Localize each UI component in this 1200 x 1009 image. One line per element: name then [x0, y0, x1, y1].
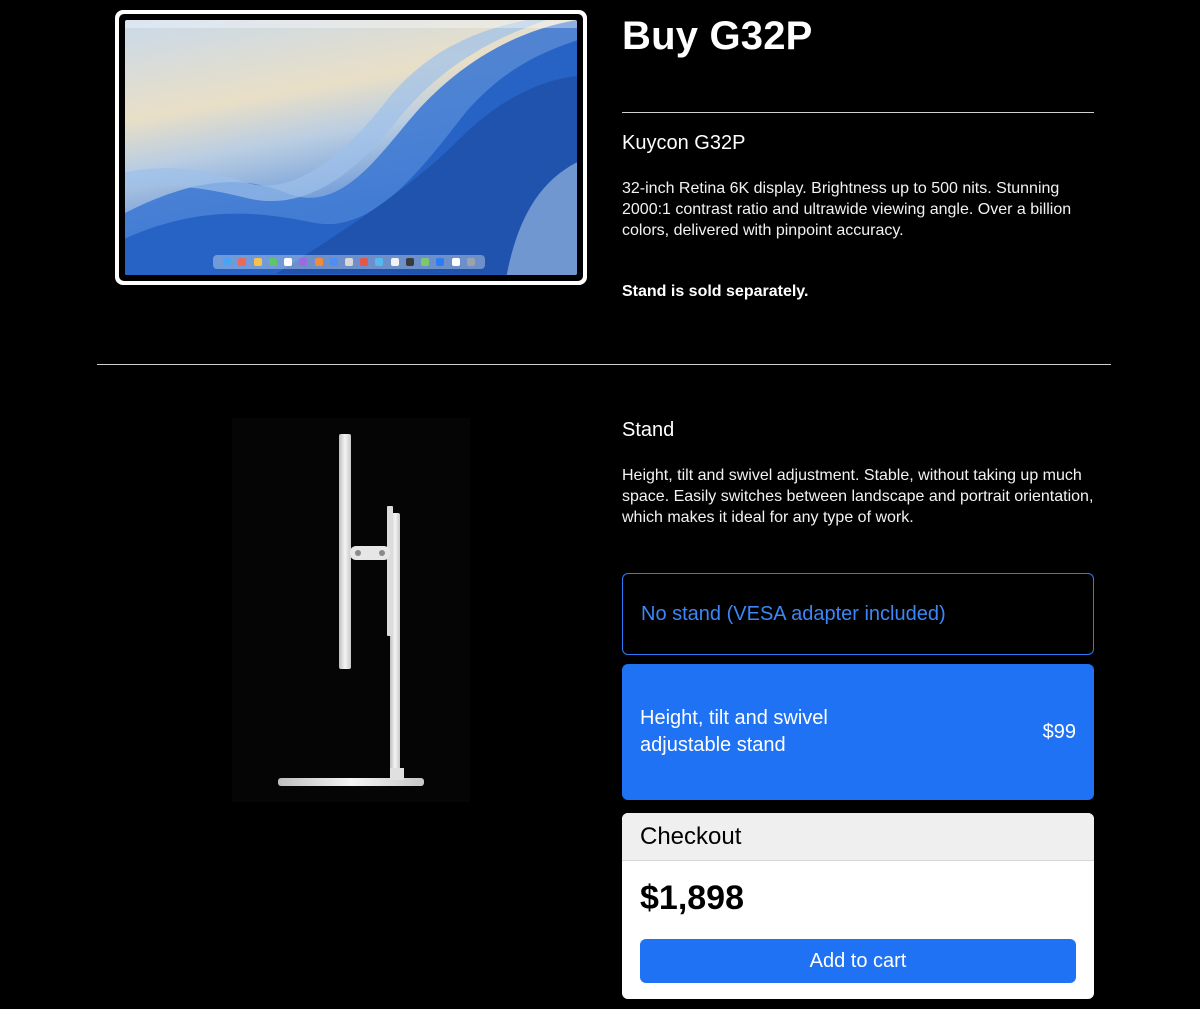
checkout-total-price: $1,898 [640, 879, 744, 917]
screen-dock [213, 255, 485, 269]
wallpaper-wave-icon [125, 20, 577, 275]
checkout-card: Checkout $1,898 Add to cart [622, 813, 1094, 999]
title-divider [622, 112, 1094, 113]
page-title: Buy G32P [622, 14, 813, 58]
option-adjustable-stand-label: Height, tilt and swivel adjustable stand [640, 707, 828, 756]
stand-product-image [232, 418, 470, 802]
monitor-screen [125, 20, 577, 275]
option-no-stand-label: No stand (VESA adapter included) [641, 602, 946, 625]
stand-description: Height, tilt and swivel adjustment. Stab… [622, 467, 1094, 526]
stand-side-view-icon [278, 434, 424, 786]
option-no-stand[interactable]: No stand (VESA adapter included) [622, 573, 1094, 655]
product-name: Kuycon G32P [622, 132, 746, 154]
monitor-product-image [115, 10, 587, 285]
option-adjustable-stand[interactable]: Height, tilt and swivel adjustable stand… [622, 664, 1094, 800]
screen-menu-bar [125, 20, 577, 28]
add-to-cart-button[interactable]: Add to cart [640, 939, 1076, 983]
product-description: 32-inch Retina 6K display. Brightness up… [622, 180, 1072, 239]
option-adjustable-stand-price: $99 [1042, 720, 1076, 743]
stand-heading: Stand [622, 419, 675, 441]
monitor-bezel [119, 14, 583, 281]
checkout-title: Checkout [622, 813, 1094, 861]
stand-sold-separately-note: Stand is sold separately. [622, 283, 809, 300]
section-divider [97, 364, 1111, 365]
